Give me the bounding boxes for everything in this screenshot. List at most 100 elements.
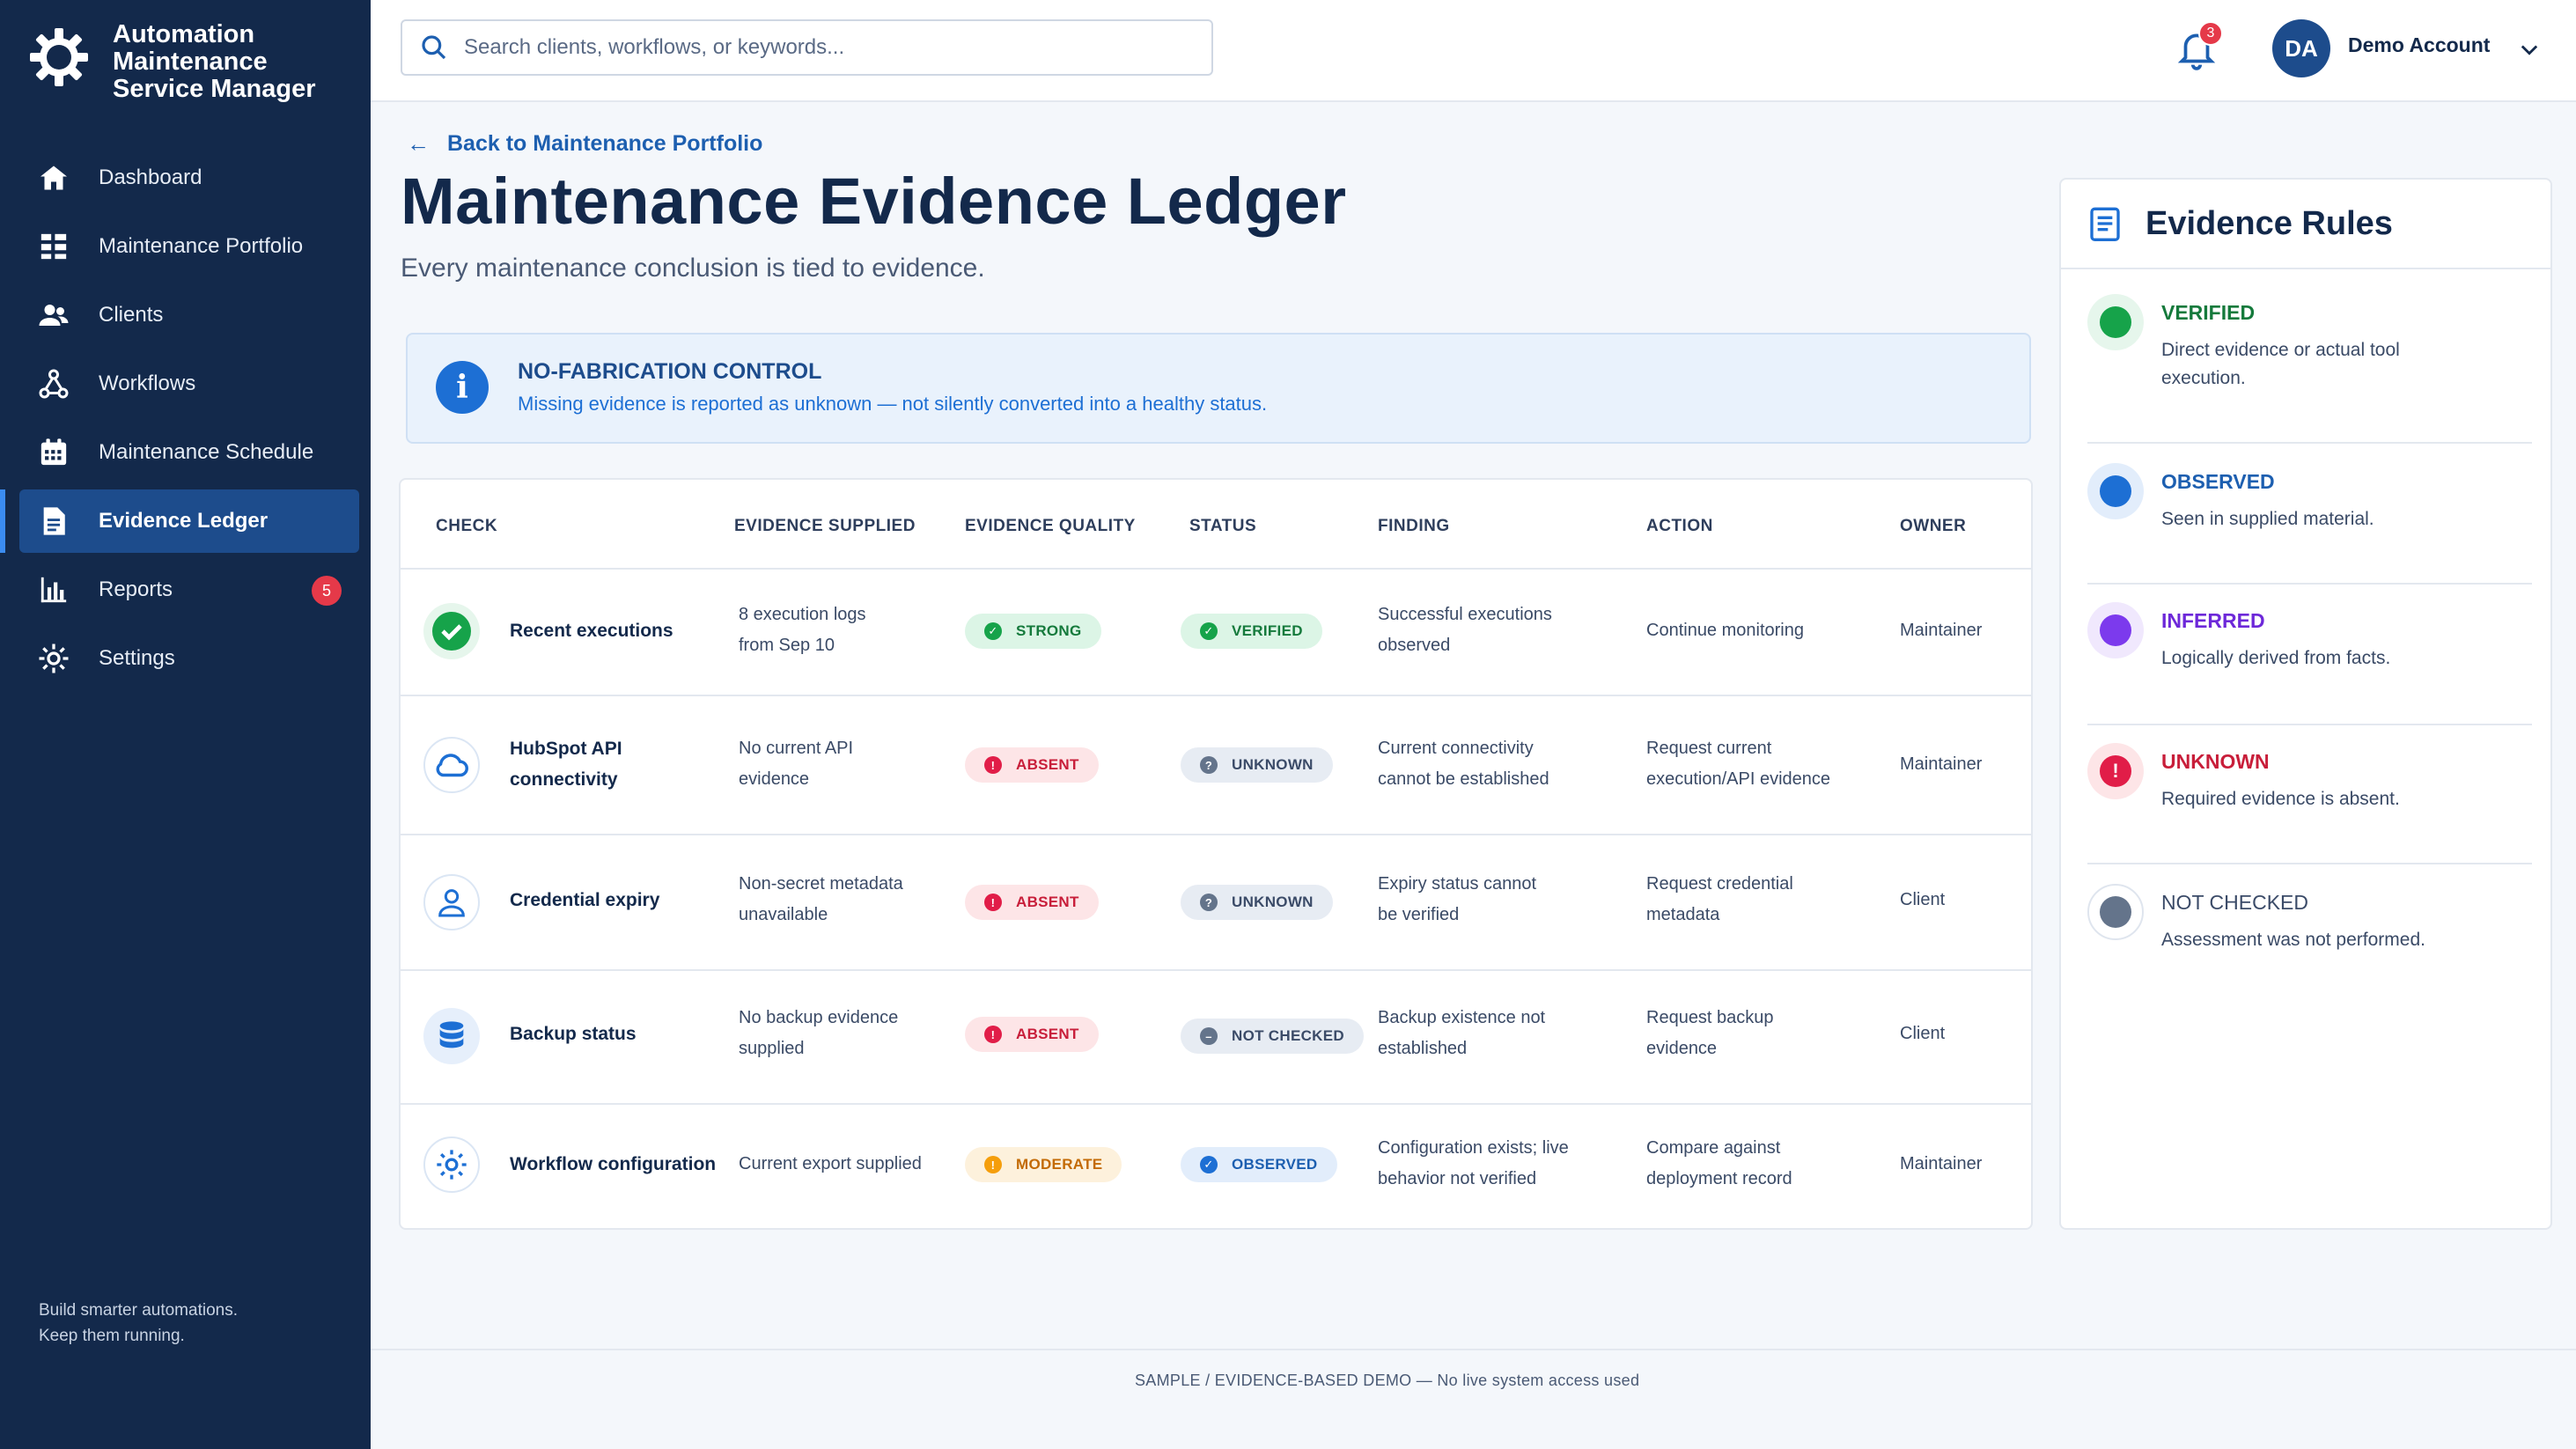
quality-badge: ! MODERATE: [965, 1147, 1122, 1182]
divider: [371, 1349, 2576, 1350]
rule-desc: Assessment was not performed.: [2161, 930, 2425, 950]
rule-name: NOT CHECKED: [2161, 891, 2308, 914]
no-fabrication-alert: i NO-FABRICATION CONTROL Missing evidenc…: [406, 333, 2031, 444]
sidebar-item-maintenance-schedule[interactable]: Maintenance Schedule: [19, 421, 359, 484]
finding-line: Successful executions: [1378, 605, 1552, 624]
purple-dot-icon: [2087, 602, 2144, 658]
search-icon: [422, 35, 446, 60]
user-icon: [423, 874, 480, 930]
rule-desc: Direct evidence or actual tool execution…: [2161, 340, 2400, 388]
cloud-icon: [423, 737, 480, 793]
avatar[interactable]: DA: [2272, 19, 2330, 77]
finding-line: Current connectivity: [1378, 739, 1534, 758]
rule-desc: Required evidence is absent.: [2161, 789, 2400, 809]
sidebar-item-label: Maintenance Portfolio: [99, 234, 304, 258]
sidebar-item-dashboard[interactable]: Dashboard: [19, 146, 359, 210]
page-subtitle: Every maintenance conclusion is tied to …: [401, 254, 985, 283]
sidebar-item-settings[interactable]: Settings: [19, 627, 359, 690]
quality-badge: ! ABSENT: [965, 1017, 1099, 1052]
status-badge: ? UNKNOWN: [1181, 885, 1333, 920]
sidebar-item-clients[interactable]: Clients: [19, 283, 359, 347]
quality-badge: ✓ STRONG: [965, 614, 1101, 649]
red-alert-icon: !: [2087, 743, 2144, 799]
back-link[interactable]: ← Back to Maintenance Portfolio: [407, 130, 762, 158]
sidebar: Automation Maintenance Service Manager D…: [0, 0, 371, 1449]
gear-icon: [37, 642, 70, 675]
divider: [2087, 724, 2532, 725]
evidence-line: unavailable: [739, 905, 828, 924]
table-row[interactable]: Workflow configuration Current export su…: [401, 1105, 2031, 1228]
status-label: UNKNOWN: [1232, 894, 1314, 910]
table-row[interactable]: Credential expiry Non-secret metadata un…: [401, 835, 2031, 971]
eye-icon: ✓: [1200, 1156, 1218, 1173]
clipboard-icon: [2090, 207, 2120, 241]
quality-badge: ! ABSENT: [965, 747, 1099, 783]
document-icon: [37, 504, 70, 538]
sidebar-item-maintenance-portfolio[interactable]: Maintenance Portfolio: [19, 215, 359, 278]
quality-label: MODERATE: [1016, 1156, 1103, 1173]
check-name: Credential expiry: [510, 890, 660, 910]
database-icon: [423, 1008, 480, 1064]
alert-icon: !: [984, 756, 1002, 774]
action-line: Request credential: [1646, 874, 1793, 894]
alert-text: Missing evidence is reported as unknown …: [518, 393, 1268, 415]
owner: Maintainer: [1900, 754, 1983, 774]
action-line: deployment record: [1646, 1169, 1792, 1188]
evidence-supplied: Current export supplied: [739, 1149, 922, 1180]
action-line: Request backup: [1646, 1008, 1774, 1027]
search-box[interactable]: [401, 19, 1213, 76]
finding: Configuration exists; live behavior not …: [1378, 1133, 1569, 1195]
alert-title: NO-FABRICATION CONTROL: [518, 359, 822, 384]
rules-header: Evidence Rules: [2061, 180, 2550, 269]
finding-line: behavior not verified: [1378, 1169, 1537, 1188]
evidence-line: evidence: [739, 769, 810, 789]
search-input[interactable]: [464, 35, 1186, 60]
app-title: Automation Maintenance Service Manager: [113, 20, 316, 103]
gear-icon: [423, 1136, 480, 1193]
arrow-left-icon: ←: [407, 130, 430, 157]
evidence-line: No current API: [739, 739, 854, 758]
finding-line: be verified: [1378, 905, 1460, 924]
evidence-line: 8 execution logs: [739, 605, 866, 624]
rule-observed: OBSERVED Seen in supplied material.: [2087, 463, 2532, 551]
chevron-down-icon[interactable]: [2517, 37, 2542, 62]
top-bar: 3 DA Demo Account: [371, 0, 2576, 102]
gear-logo-icon: [30, 28, 88, 86]
table-row[interactable]: Backup status No backup evidence supplie…: [401, 971, 2031, 1105]
column-header-check: CHECK: [436, 517, 498, 535]
finding: Expiry status cannot be verified: [1378, 869, 1536, 930]
column-header-finding: FINDING: [1378, 517, 1450, 535]
workflow-icon: [37, 367, 70, 401]
alert-icon: !: [984, 1156, 1002, 1173]
sidebar-item-evidence-ledger[interactable]: Evidence Ledger: [0, 489, 359, 553]
rule-inferred: INFERRED Logically derived from facts.: [2087, 602, 2532, 690]
owner: Client: [1900, 890, 1946, 909]
status-badge: – NOT CHECKED: [1181, 1019, 1364, 1054]
finding-line: established: [1378, 1039, 1468, 1058]
rule-name: INFERRED: [2161, 609, 2265, 632]
table-row[interactable]: HubSpot API connectivity No current API …: [401, 696, 2031, 835]
sidebar-item-label: Maintenance Schedule: [99, 440, 314, 464]
sidebar-item-reports[interactable]: Reports 5: [19, 558, 359, 622]
account-name[interactable]: Demo Account: [2348, 33, 2490, 57]
owner: Maintainer: [1900, 1154, 1983, 1173]
rule-name: UNKNOWN: [2161, 750, 2270, 773]
brand[interactable]: Automation Maintenance Service Manager: [28, 21, 342, 103]
quality-label: ABSENT: [1016, 756, 1079, 773]
check-icon: ✓: [984, 622, 1002, 640]
table-row[interactable]: Recent executions 8 execution logs from …: [401, 570, 2031, 696]
quality-badge: ! ABSENT: [965, 885, 1099, 920]
sidebar-item-workflows[interactable]: Workflows: [19, 352, 359, 416]
back-link-label: Back to Maintenance Portfolio: [447, 131, 763, 156]
quality-label: ABSENT: [1016, 1026, 1079, 1042]
action-line: Compare against: [1646, 1138, 1781, 1158]
status-badge: ? UNKNOWN: [1181, 747, 1333, 783]
divider: [2087, 442, 2532, 444]
evidence-supplied: No backup evidence supplied: [739, 1003, 898, 1064]
action-line: Continue monitoring: [1646, 621, 1804, 640]
status-label: NOT CHECKED: [1232, 1027, 1344, 1044]
rule-verified: VERIFIED Direct evidence or actual tool …: [2087, 294, 2532, 391]
evidence-table: CHECK EVIDENCE SUPPLIED EVIDENCE QUALITY…: [399, 478, 2033, 1230]
action: Compare against deployment record: [1646, 1133, 1792, 1195]
owner: Client: [1900, 1024, 1946, 1043]
